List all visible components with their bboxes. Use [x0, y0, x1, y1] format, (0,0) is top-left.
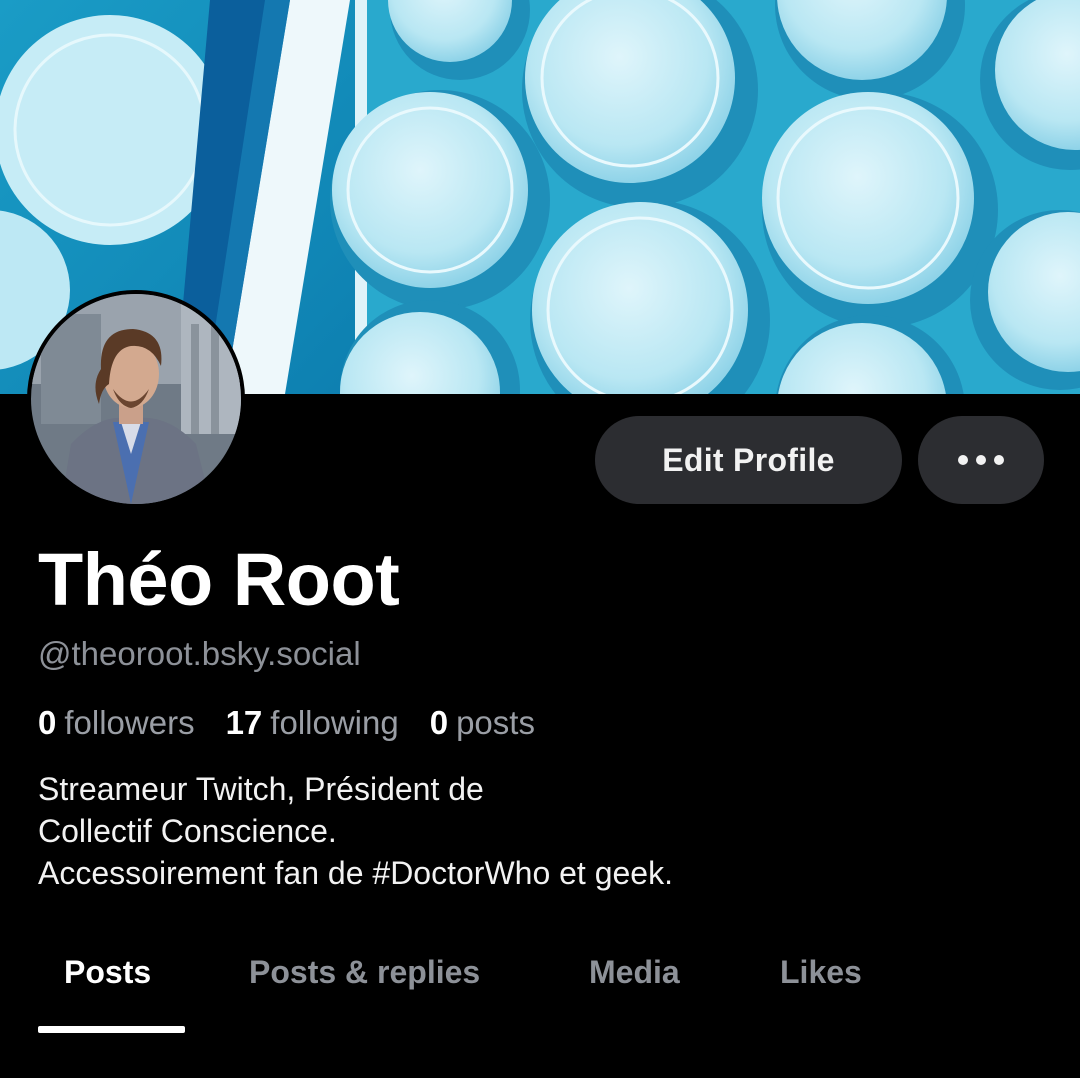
tab-posts-and-replies[interactable]: Posts & replies [249, 952, 480, 992]
active-tab-indicator [38, 1026, 185, 1033]
following-count: 17 [225, 704, 263, 741]
tab-likes[interactable]: Likes [780, 952, 862, 992]
avatar[interactable] [27, 290, 245, 508]
followers-stat[interactable]: 0 followers [38, 703, 195, 743]
following-stat[interactable]: 17 following [226, 703, 399, 743]
edit-profile-label: Edit Profile [662, 441, 835, 478]
followers-label: followers [64, 704, 195, 741]
edit-profile-button[interactable]: Edit Profile [595, 416, 902, 504]
more-options-button[interactable] [918, 416, 1044, 504]
posts-stat: 0 posts [430, 703, 535, 743]
bio-line: Collectif Conscience. [38, 813, 337, 849]
handle: @theoroot.bsky.social [38, 635, 361, 672]
profile-bio: Streameur Twitch, Président de Collectif… [38, 768, 1038, 894]
bio-line[interactable]: Accessoirement fan de #DoctorWho et geek… [38, 852, 1038, 894]
followers-count: 0 [38, 704, 57, 741]
posts-label: posts [456, 704, 535, 741]
tab-posts[interactable]: Posts [64, 952, 151, 992]
tab-media[interactable]: Media [589, 952, 680, 992]
avatar-photo [31, 294, 241, 504]
following-label: following [270, 704, 399, 741]
posts-count: 0 [429, 704, 449, 741]
bio-line: Streameur Twitch, Président de [38, 771, 484, 807]
profile-tabs: Posts Posts & replies Media Likes [0, 940, 1080, 1040]
profile-stats: 0 followers 17 following 0 posts [38, 703, 566, 743]
more-horizontal-icon [958, 455, 1004, 465]
display-name: Théo Root [38, 538, 400, 621]
